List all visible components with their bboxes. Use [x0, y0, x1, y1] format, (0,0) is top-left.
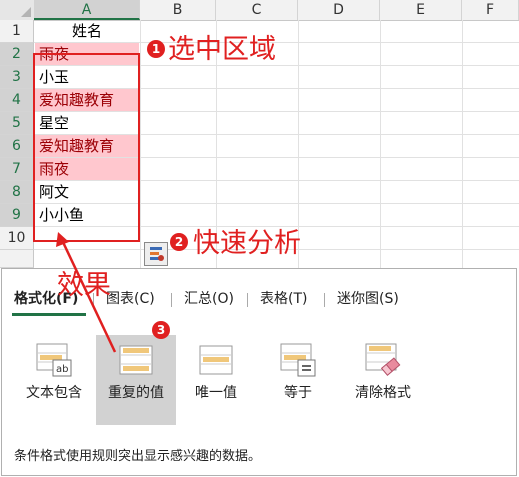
annotation-arrow: [56, 232, 117, 353]
